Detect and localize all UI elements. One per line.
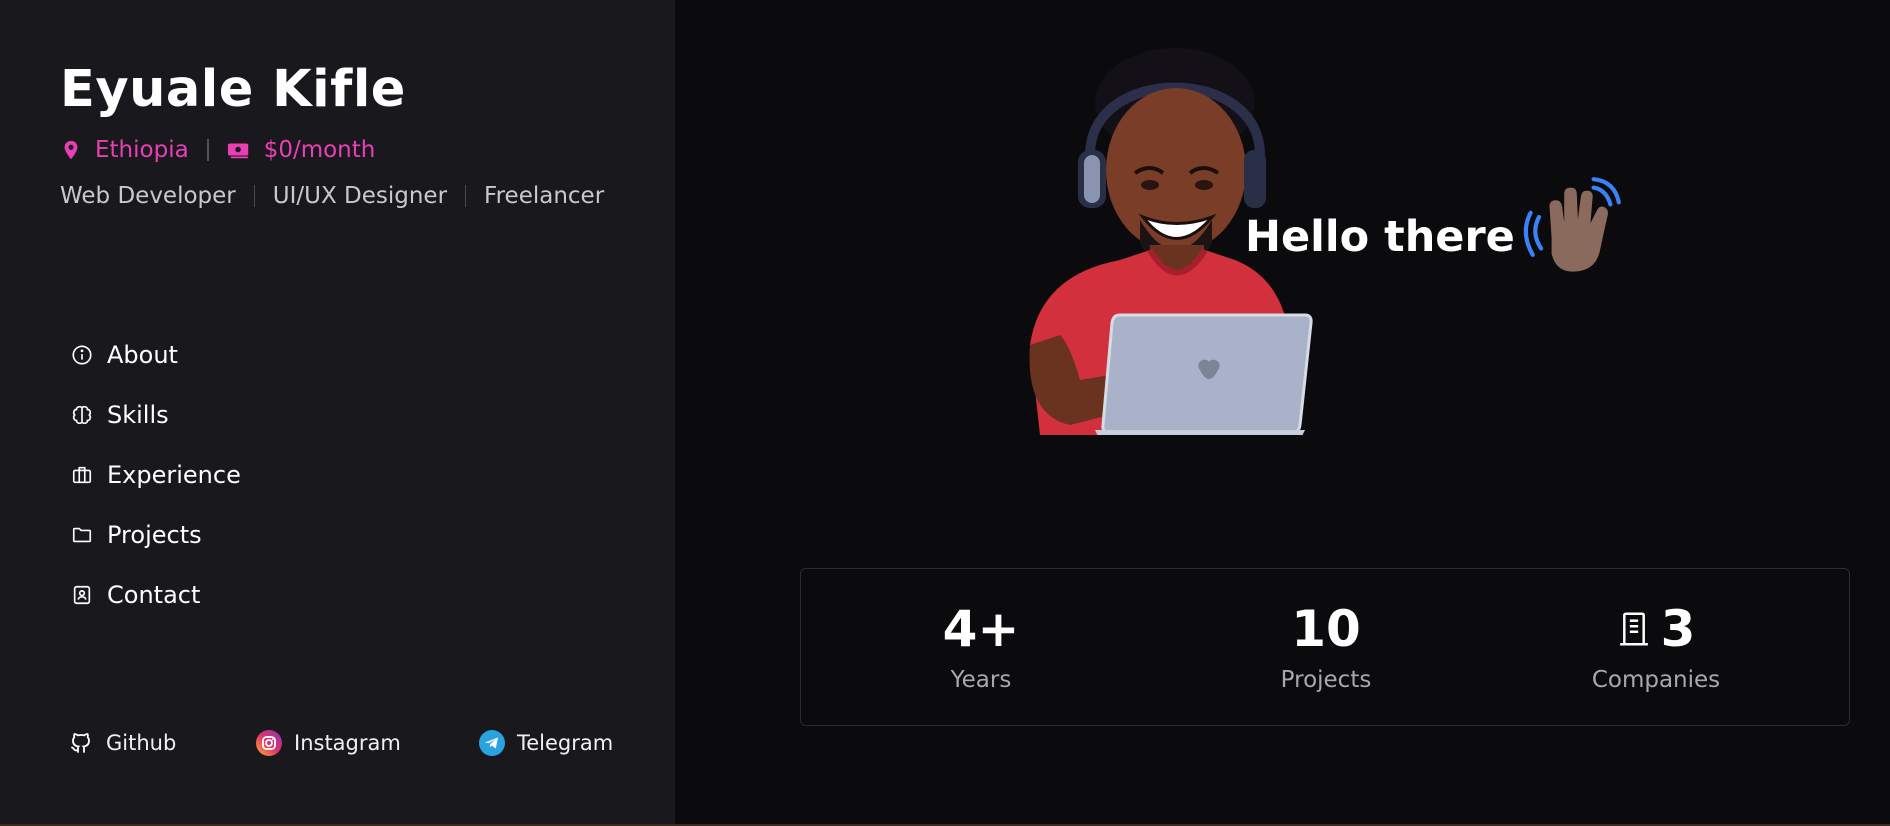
- info-icon: [70, 343, 94, 367]
- stat-projects: 10 Projects: [1241, 599, 1411, 693]
- github-label: Github: [106, 731, 177, 755]
- nav-item-label: Projects: [107, 521, 202, 549]
- stat-label: Companies: [1591, 667, 1721, 693]
- brain-icon: [70, 403, 94, 427]
- divider: [253, 185, 255, 207]
- rate-text: $0/month: [263, 137, 376, 163]
- hero-greeting: Hello there: [1245, 212, 1515, 262]
- divider: [206, 139, 209, 161]
- money-icon: [227, 143, 248, 159]
- roles: Web Developer UI/UX Designer Freelancer: [60, 183, 604, 209]
- stat-value: 3: [1660, 600, 1696, 658]
- waving-hand-icon: [1523, 177, 1621, 272]
- telegram-icon: [479, 730, 505, 756]
- instagram-link[interactable]: Instagram: [256, 730, 401, 756]
- divider: [465, 185, 467, 207]
- location-text: Ethiopia: [95, 137, 189, 163]
- stat-years: 4+ Years: [921, 599, 1041, 693]
- nav-item-label: Skills: [107, 401, 169, 429]
- profile-meta: Ethiopia $0/month: [60, 137, 375, 163]
- folder-icon: [70, 523, 94, 547]
- stat-value: 4+: [942, 600, 1020, 658]
- instagram-label: Instagram: [294, 731, 401, 755]
- github-link[interactable]: Github: [68, 730, 176, 756]
- profile-name: Eyuale Kifle: [60, 60, 406, 119]
- role-label: Web Developer: [60, 183, 236, 209]
- instagram-icon: [256, 730, 282, 756]
- stat-label: Years: [950, 667, 1012, 693]
- building-icon: [1619, 612, 1648, 646]
- telegram-label: Telegram: [517, 731, 614, 755]
- telegram-link[interactable]: Telegram: [479, 730, 613, 756]
- stat-companies: 3 Companies: [1581, 599, 1731, 693]
- github-icon: [68, 730, 94, 756]
- briefcase-icon: [70, 463, 94, 487]
- contact-icon: [70, 583, 94, 607]
- nav-item-skills[interactable]: Skills: [70, 385, 241, 445]
- role-label: UI/UX Designer: [272, 183, 448, 209]
- nav-item-label: Contact: [107, 581, 201, 609]
- stat-value-row: 3: [1581, 599, 1731, 659]
- nav-item-projects[interactable]: Projects: [70, 505, 241, 565]
- nav-item-experience[interactable]: Experience: [70, 445, 241, 505]
- role-label: Freelancer: [484, 183, 605, 209]
- location-pin-icon: [64, 140, 78, 160]
- nav-menu: About Skills Experience Projects Contact: [70, 325, 241, 625]
- stats-panel: 4+ Years 10 Projects 3 Companies: [800, 568, 1850, 726]
- nav-item-label: Experience: [107, 461, 241, 489]
- sidebar: Eyuale Kifle Ethiopia $0/month Web Devel…: [0, 0, 675, 826]
- stat-value: 10: [1291, 600, 1361, 658]
- nav-item-contact[interactable]: Contact: [70, 565, 241, 625]
- nav-item-label: About: [107, 341, 178, 369]
- stat-label: Projects: [1280, 667, 1372, 693]
- nav-item-about[interactable]: About: [70, 325, 241, 385]
